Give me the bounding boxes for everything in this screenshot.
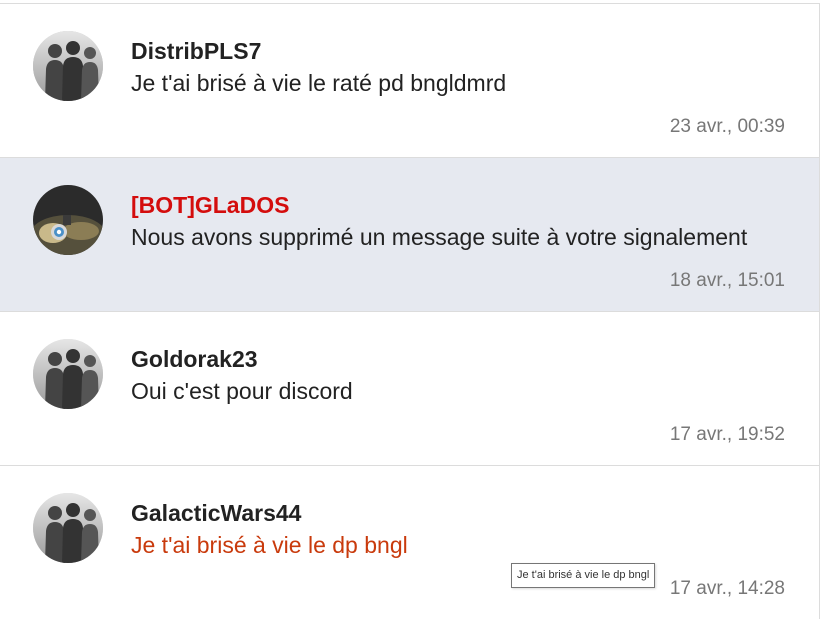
conversation-date: 23 avr., 00:39 [669, 116, 785, 137]
preview-tooltip: Je t'ai brisé à vie le dp bngl [511, 563, 656, 588]
conversation-item[interactable]: [BOT]GLaDOS Nous avons supprimé un messa… [0, 158, 819, 312]
conversation-item[interactable]: Goldorak23 Oui c'est pour discord 17 avr… [0, 312, 819, 466]
conversation-date: 17 avr., 14:28 [669, 578, 785, 599]
conversation-preview: Nous avons supprimé un message suite à v… [131, 224, 748, 250]
conversation-date: 17 avr., 19:52 [669, 424, 785, 445]
people-silhouette-avatar-icon [33, 339, 103, 409]
conversation-author: Goldorak23 [131, 346, 258, 372]
conversation-preview: Oui c'est pour discord [131, 378, 353, 404]
conversation-item[interactable]: GalacticWars44 Je t'ai brisé à vie le dp… [0, 466, 819, 619]
conversation-author: GalacticWars44 [131, 500, 302, 526]
people-silhouette-avatar-icon [33, 31, 103, 101]
conversation-date: 18 avr., 15:01 [669, 270, 785, 291]
conversation-author: DistribPLS7 [131, 38, 262, 64]
conversation-preview: Je t'ai brisé à vie le dp bngl [131, 532, 408, 558]
bot-eye-avatar-icon [33, 185, 103, 255]
conversation-item[interactable]: DistribPLS7 Je t'ai brisé à vie le raté … [0, 4, 819, 158]
conversation-list: DistribPLS7 Je t'ai brisé à vie le raté … [0, 3, 820, 619]
people-silhouette-avatar-icon [33, 493, 103, 563]
conversation-author: [BOT]GLaDOS [131, 192, 290, 218]
conversation-preview: Je t'ai brisé à vie le raté pd bngldmrd [131, 70, 507, 96]
